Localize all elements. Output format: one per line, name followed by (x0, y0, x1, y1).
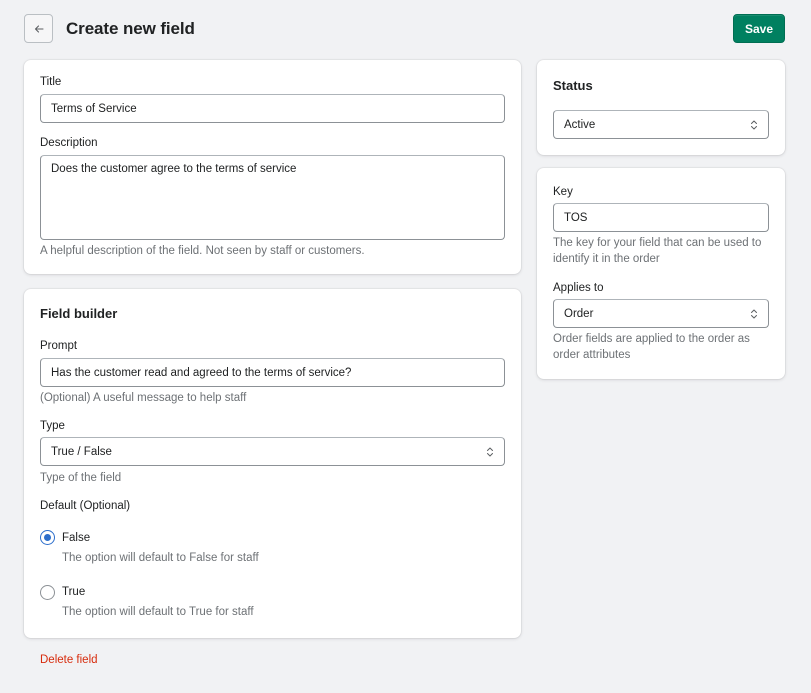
description-label: Description (40, 137, 98, 149)
title-input-value: Terms of Service (51, 102, 137, 115)
title-input[interactable]: Terms of Service (40, 94, 505, 123)
default-false-radio[interactable] (40, 530, 55, 545)
save-button[interactable]: Save (733, 14, 785, 43)
description-textarea-value: Does the customer agree to the terms of … (51, 163, 297, 175)
applies-to-help: Order fields are applied to the order as… (553, 333, 750, 361)
default-true-radio[interactable] (40, 585, 55, 600)
delete-field-link[interactable]: Delete field (40, 654, 98, 666)
select-chevron-icon (751, 120, 757, 130)
page-header: Create new field Save (24, 14, 785, 43)
title-label: Title (40, 76, 62, 88)
field-builder-card: Field builder Prompt Has the customer re… (24, 289, 521, 638)
applies-to-label: Applies to (553, 282, 604, 294)
key-input-value: TOS (564, 211, 588, 224)
default-true-label[interactable]: True (62, 586, 85, 598)
prompt-help: (Optional) A useful message to help staf… (40, 392, 247, 404)
type-label: Type (40, 420, 65, 432)
description-textarea[interactable]: Does the customer agree to the terms of … (40, 155, 505, 240)
prompt-input-value: Has the customer read and agreed to the … (51, 366, 352, 379)
type-select-value: True / False (51, 445, 112, 458)
status-select[interactable]: Active (553, 110, 769, 139)
select-chevron-icon (487, 447, 493, 457)
key-label: Key (553, 186, 573, 198)
prompt-input[interactable]: Has the customer read and agreed to the … (40, 358, 505, 387)
prompt-label: Prompt (40, 340, 78, 352)
applies-to-select[interactable]: Order (553, 299, 769, 328)
default-true-help: The option will default to True for staf… (62, 606, 254, 618)
type-select[interactable]: True / False (40, 437, 505, 466)
key-input[interactable]: TOS (553, 203, 769, 232)
type-help: Type of the field (40, 472, 122, 484)
key-card: Key TOS The key for your field that can … (537, 168, 785, 379)
status-heading: Status (553, 78, 593, 93)
details-card: Title Terms of Service Description Does … (24, 60, 521, 274)
page-title: Create new field (66, 18, 195, 38)
applies-to-select-value: Order (564, 307, 594, 320)
default-false-help: The option will default to False for sta… (62, 552, 259, 564)
status-select-value: Active (564, 118, 596, 131)
field-builder-heading: Field builder (40, 306, 118, 321)
key-help: The key for your field that can be used … (553, 237, 762, 265)
status-card: Status Active (537, 60, 785, 155)
select-chevron-icon (751, 309, 757, 319)
default-label: Default (Optional) (40, 500, 131, 512)
default-false-label[interactable]: False (62, 532, 90, 544)
back-button[interactable] (24, 14, 53, 43)
description-help: A helpful description of the field. Not … (40, 245, 365, 257)
arrow-left-icon (34, 24, 44, 33)
